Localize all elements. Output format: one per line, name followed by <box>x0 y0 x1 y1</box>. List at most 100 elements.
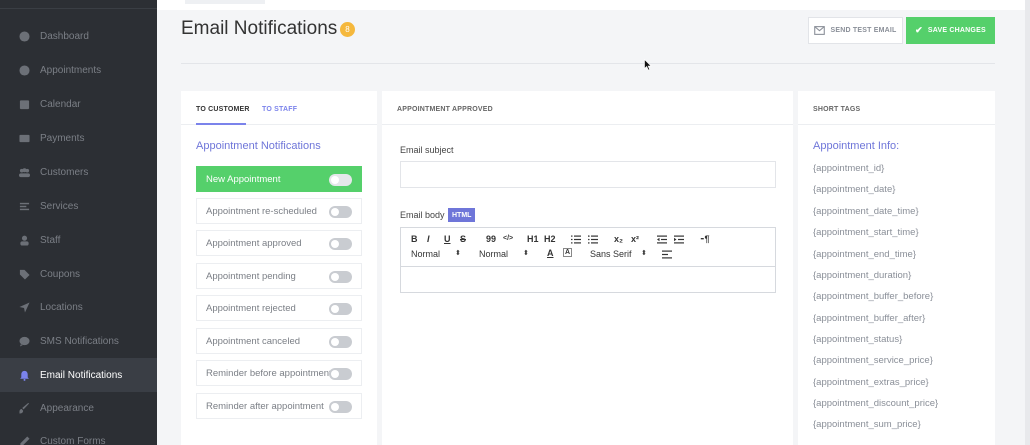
short-tag[interactable]: {appointment_date_time} <box>813 206 919 217</box>
tab-to-customer[interactable]: TO CUSTOMER <box>196 106 250 113</box>
indent-icon[interactable] <box>674 235 684 244</box>
notification-toggle[interactable] <box>329 271 352 283</box>
sidebar-item-label: Coupons <box>40 268 81 280</box>
notification-item-approved[interactable]: Appointment approved <box>196 230 362 256</box>
sidebar-item-label: Appointments <box>40 64 102 76</box>
short-tag[interactable]: {appointment_id} <box>813 163 884 174</box>
short-tag[interactable]: {appointment_service_price} <box>813 355 933 366</box>
notification-item-rejected[interactable]: Appointment rejected <box>196 295 362 321</box>
heading1-button[interactable]: H1 <box>527 234 539 244</box>
save-changes-button[interactable]: ✔ SAVE CHANGES <box>906 17 995 44</box>
editor-content-area[interactable] <box>401 268 775 293</box>
sidebar-item-coupons[interactable]: Coupons <box>0 257 157 291</box>
size-select-chevron-icon: ⬍ <box>455 250 461 257</box>
html-toggle-button[interactable]: HTML <box>448 208 476 222</box>
bold-button[interactable]: B <box>411 234 418 244</box>
notification-toggle[interactable] <box>329 174 352 186</box>
clock-icon <box>18 64 30 76</box>
sidebar-item-label: Appearance <box>40 402 94 414</box>
short-tag[interactable]: {appointment_buffer_before} <box>813 291 933 302</box>
short-tag[interactable]: {appointment_buffer_after} <box>813 313 925 324</box>
notification-label: Appointment approved <box>206 237 302 249</box>
notification-toggle[interactable] <box>329 336 352 348</box>
notification-label: Appointment pending <box>206 270 296 282</box>
font-select-chevron-icon: ⬍ <box>641 250 647 257</box>
short-tag[interactable]: {appointment_sum_price} <box>813 419 921 430</box>
notification-item-pending[interactable]: Appointment pending <box>196 263 362 289</box>
notification-item-canceled[interactable]: Appointment canceled <box>196 328 362 354</box>
send-test-email-label: SEND TEST EMAIL <box>830 27 897 34</box>
code-button[interactable]: </> <box>503 235 513 242</box>
sidebar-item-calendar[interactable]: Calendar <box>0 87 157 121</box>
outdent-icon[interactable] <box>657 235 667 244</box>
bullet-list-icon[interactable] <box>588 235 598 244</box>
short-tag[interactable]: {appointment_date} <box>813 184 895 195</box>
text-color-icon[interactable]: A <box>547 248 554 258</box>
strike-button[interactable]: S <box>460 234 466 244</box>
header-select[interactable]: Normal <box>479 249 508 259</box>
notification-label: Reminder before appointment <box>206 367 330 379</box>
header-select-chevron-icon: ⬍ <box>523 250 529 257</box>
appointment-info-title: Appointment Info: <box>813 140 900 152</box>
blockquote-button[interactable]: 99 <box>486 234 496 244</box>
heading2-button[interactable]: H2 <box>544 234 556 244</box>
notification-toggle[interactable] <box>329 238 352 250</box>
notification-item-new-appointment[interactable]: New Appointment <box>196 166 362 192</box>
sidebar-item-locations[interactable]: Locations <box>0 290 157 324</box>
email-editor-panel: APPOINTMENT APPROVED Email subject Email… <box>382 91 793 445</box>
top-bar-tab <box>185 0 265 4</box>
page-title: Email Notifications <box>181 18 338 39</box>
short-tag[interactable]: {appointment_discount_price} <box>813 398 938 409</box>
background-color-icon[interactable]: A <box>563 248 573 257</box>
sidebar-item-label: Customers <box>40 166 89 178</box>
notification-item-reminder-before[interactable]: Reminder before appointment <box>196 360 362 386</box>
page-scrollbar[interactable] <box>1025 0 1030 445</box>
sidebar-item-label: Custom Forms <box>40 435 106 445</box>
font-select[interactable]: Sans Serif <box>590 249 632 259</box>
align-icon[interactable] <box>662 250 672 259</box>
sidebar-item-sms-notifications[interactable]: SMS Notifications <box>0 324 157 358</box>
notification-toggle[interactable] <box>329 206 352 218</box>
sidebar-item-services[interactable]: Services <box>0 189 157 223</box>
sidebar-item-customers[interactable]: Customers <box>0 155 157 189</box>
short-tag[interactable]: {appointment_extras_price} <box>813 377 929 388</box>
sidebar-item-payments[interactable]: Payments <box>0 121 157 155</box>
notification-toggle[interactable] <box>329 368 352 380</box>
editor-panel-header: APPOINTMENT APPROVED <box>382 91 793 125</box>
ordered-list-icon[interactable] <box>571 235 581 244</box>
notification-label: Reminder after appointment <box>206 400 324 412</box>
superscript-button[interactable]: x² <box>631 234 639 244</box>
sidebar-item-custom-forms[interactable]: Custom Forms <box>0 424 157 445</box>
italic-button[interactable]: I <box>427 234 430 244</box>
short-tags-title: SHORT TAGS <box>813 106 861 113</box>
email-subject-input[interactable] <box>400 161 776 188</box>
calendar-icon <box>18 98 30 110</box>
location-arrow-icon <box>18 301 30 313</box>
short-tag[interactable]: {appointment_end_time} <box>813 249 916 260</box>
sidebar-item-appearance[interactable]: Appearance <box>0 391 157 425</box>
notifications-section-title: Appointment Notifications <box>196 140 321 152</box>
save-changes-label: SAVE CHANGES <box>927 27 986 34</box>
size-select[interactable]: Normal <box>411 249 440 259</box>
notification-item-reminder-after[interactable]: Reminder after appointment <box>196 393 362 419</box>
envelope-icon <box>814 26 826 35</box>
send-test-email-button[interactable]: SEND TEST EMAIL <box>808 17 903 44</box>
short-tag[interactable]: {appointment_start_time} <box>813 227 919 238</box>
notification-toggle[interactable] <box>329 303 352 315</box>
subscript-button[interactable]: x₂ <box>614 234 623 244</box>
email-body-label: Email body <box>400 210 445 220</box>
tab-to-staff[interactable]: TO STAFF <box>262 106 297 113</box>
underline-button[interactable]: U <box>444 234 451 244</box>
count-badge: 8 <box>340 22 355 37</box>
sidebar-item-appointments[interactable]: Appointments <box>0 53 157 87</box>
rtl-icon[interactable]: ⁃¶ <box>700 234 710 245</box>
notification-toggle[interactable] <box>329 401 352 413</box>
notification-item-rescheduled[interactable]: Appointment re-scheduled <box>196 198 362 224</box>
short-tag[interactable]: {appointment_duration} <box>813 270 911 281</box>
sidebar-item-email-notifications[interactable]: Email Notifications <box>0 358 157 392</box>
sidebar-item-label: Payments <box>40 132 85 144</box>
email-subject-label: Email subject <box>400 145 454 155</box>
short-tag[interactable]: {appointment_status} <box>813 334 902 345</box>
sidebar-item-dashboard[interactable]: Dashboard <box>0 19 157 53</box>
sidebar-item-staff[interactable]: Staff <box>0 223 157 257</box>
